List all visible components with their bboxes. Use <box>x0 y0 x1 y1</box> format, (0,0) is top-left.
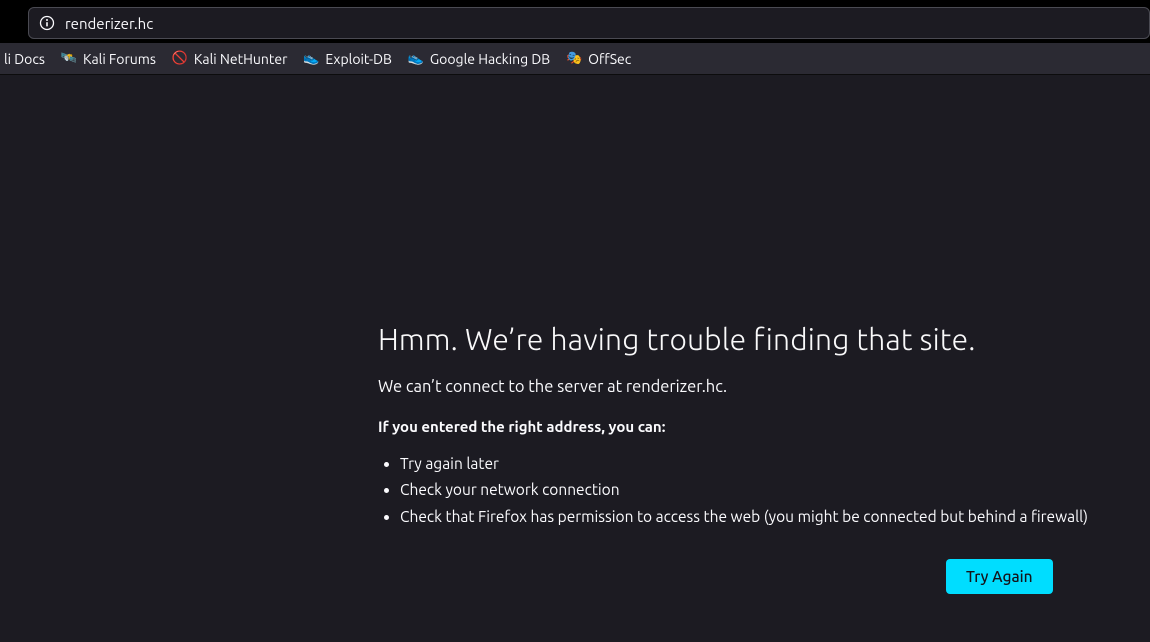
error-page-content: Hmm. We’re having trouble finding that s… <box>378 322 1088 530</box>
urlbar-text: renderizer.hc <box>65 16 153 31</box>
bookmark-icon: 👟 <box>408 51 424 67</box>
error-suggestion-item: Check that Firefox has permission to acc… <box>400 504 1088 530</box>
bookmark-label: Google Hacking DB <box>430 51 550 67</box>
bookmark-icon: 🚫 <box>172 51 188 67</box>
urlbar-container: renderizer.hc <box>0 3 1150 43</box>
urlbar[interactable]: renderizer.hc <box>28 7 1150 39</box>
bookmark-label: Exploit-DB <box>325 51 391 67</box>
bookmark-kali-docs[interactable]: li Docs <box>2 47 47 71</box>
bookmark-icon: 🎭 <box>566 51 582 67</box>
info-icon <box>39 15 55 31</box>
error-suggestions: Try again later Check your network conne… <box>400 451 1088 530</box>
bookmark-offsec[interactable]: 🎭 OffSec <box>564 47 633 71</box>
bookmark-label: Kali Forums <box>83 51 156 67</box>
bookmarks-toolbar: li Docs 🛰️ Kali Forums 🚫 Kali NetHunter … <box>0 43 1150 75</box>
bookmark-icon: 🛰️ <box>61 51 77 67</box>
bookmark-kali-nethunter[interactable]: 🚫 Kali NetHunter <box>170 47 289 71</box>
bookmark-exploit-db[interactable]: 👟 Exploit-DB <box>301 47 393 71</box>
bookmark-label: Kali NetHunter <box>194 51 287 67</box>
error-suggestion-item: Check your network connection <box>400 477 1088 503</box>
bookmark-google-hacking-db[interactable]: 👟 Google Hacking DB <box>406 47 552 71</box>
bookmark-icon: 👟 <box>303 51 319 67</box>
error-suggestion-item: Try again later <box>400 451 1088 477</box>
bookmark-label: OffSec <box>588 51 631 67</box>
try-again-button[interactable]: Try Again <box>946 559 1053 594</box>
bookmark-kali-forums[interactable]: 🛰️ Kali Forums <box>59 47 158 71</box>
error-strong: If you entered the right address, you ca… <box>378 418 1088 435</box>
bookmark-label: li Docs <box>4 51 45 67</box>
error-subtitle: We can’t connect to the server at render… <box>378 378 1088 396</box>
error-title: Hmm. We’re having trouble finding that s… <box>378 322 1088 356</box>
